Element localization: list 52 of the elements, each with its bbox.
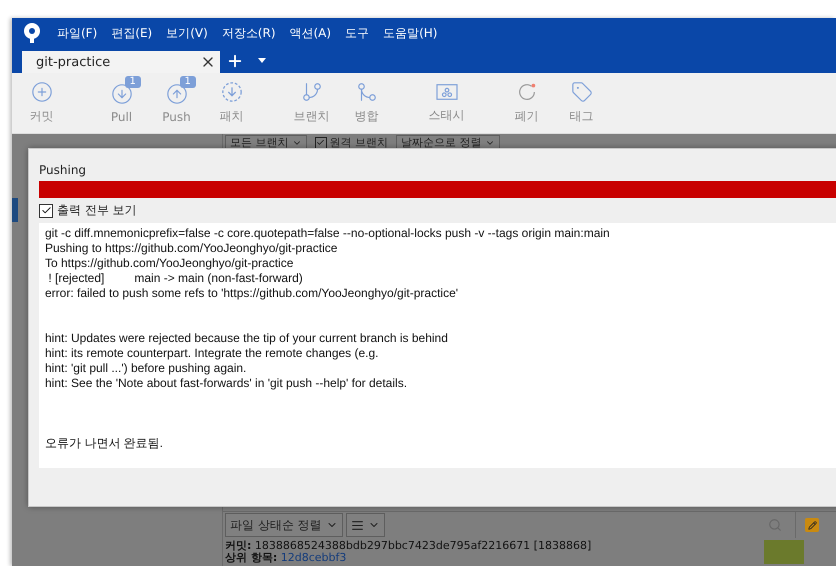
commit-hash: 커밋: 1838868524388bdb297bbc7423de795af2216671 [1838868] — [225, 540, 592, 552]
toolbar-button[interactable]: 병합 — [339, 73, 394, 133]
parent-hash: 상위 항목: 12d8cebbf3 — [225, 552, 348, 564]
box-with-dots-icon — [436, 82, 458, 102]
branch-icon — [300, 81, 322, 103]
log-line: hint: Updates were rejected because the tip of your current branch is behind — [45, 331, 449, 346]
merge-icon — [356, 81, 378, 103]
count-badge: 1 — [124, 76, 141, 88]
menu-item[interactable]: 저장소(R) — [214, 24, 282, 42]
tag-icon — [570, 81, 592, 103]
sort-dropdown[interactable]: 파일 상태순 정렬 — [225, 513, 343, 537]
log-line: error: failed to push some refs to 'https://github.com/YooJeonghyo/git-practice' — [45, 286, 460, 301]
log-line: hint: 'git pull ...') before pushing again. — [45, 361, 248, 376]
log-line: To https://github.com/YooJeonghyo/git-practice — [45, 256, 294, 271]
toolbar-button[interactable]: 스태시 — [419, 73, 474, 133]
toolbar-button[interactable]: 1 Push — [149, 73, 204, 133]
menu-item[interactable]: 파일(F) — [50, 24, 104, 42]
pencil-icon[interactable] — [805, 518, 819, 532]
checkbox[interactable] — [39, 204, 53, 218]
toolbar-button[interactable]: 패치 — [204, 73, 259, 133]
menu-item[interactable]: 편집(E) — [104, 24, 160, 42]
view-dropdown[interactable] — [346, 513, 385, 537]
checkbox-label: 출력 전부 보기 — [57, 202, 137, 219]
checkbox-label: 원격 브랜치 — [330, 135, 388, 150]
log-line: hint: its remote counterpart. Integrate the remote changes (e.g. — [45, 346, 380, 361]
repository-tab[interactable]: git-practice — [22, 51, 220, 73]
avatar-placeholder — [764, 540, 804, 564]
log-line: git -c diff.mnemonicprefix=false -c core.quotepath=false --no-optional-locks push -v --tags origin main:main — [45, 226, 611, 241]
circle-plus-icon — [30, 81, 52, 103]
list-icon — [350, 518, 364, 532]
circle-arrow-up-icon — [166, 82, 188, 104]
menu-item[interactable]: 도움말(H) — [376, 24, 444, 42]
sidebar-selection-marker — [12, 198, 18, 222]
circle-arrow-down-icon — [110, 82, 132, 104]
toolbar-button[interactable]: 커밋 — [14, 73, 69, 133]
menu-item[interactable]: 액션(A) — [282, 24, 338, 42]
log-line: hint: See the 'Note about fast-forwards' in 'git push --help' for details. — [45, 376, 408, 391]
toolbar-button[interactable]: 브랜치 — [284, 73, 339, 133]
count-badge: 1 — [180, 76, 196, 88]
menu-item[interactable]: 보기(V) — [159, 24, 215, 42]
toolbar-button[interactable]: 1 Pull — [94, 73, 149, 133]
menu-item[interactable]: 도구 — [338, 24, 376, 42]
dropdown-caret-icon[interactable] — [258, 58, 266, 63]
log-line: ! [rejected] main -> main (non-fast-forward) — [47, 271, 304, 286]
toolbar-button[interactable]: 폐기 — [499, 73, 554, 133]
dialog-title: Pushing — [39, 162, 88, 179]
log-line: Pushing to https://github.com/YooJeonghyo/git-practice — [45, 241, 338, 256]
toolbar-button[interactable]: 태그 — [554, 73, 609, 133]
app-logo-icon — [22, 22, 42, 44]
log-line: 오류가 나면서 완료됨. — [45, 436, 164, 451]
check-icon — [316, 138, 325, 147]
check-icon — [40, 205, 52, 216]
